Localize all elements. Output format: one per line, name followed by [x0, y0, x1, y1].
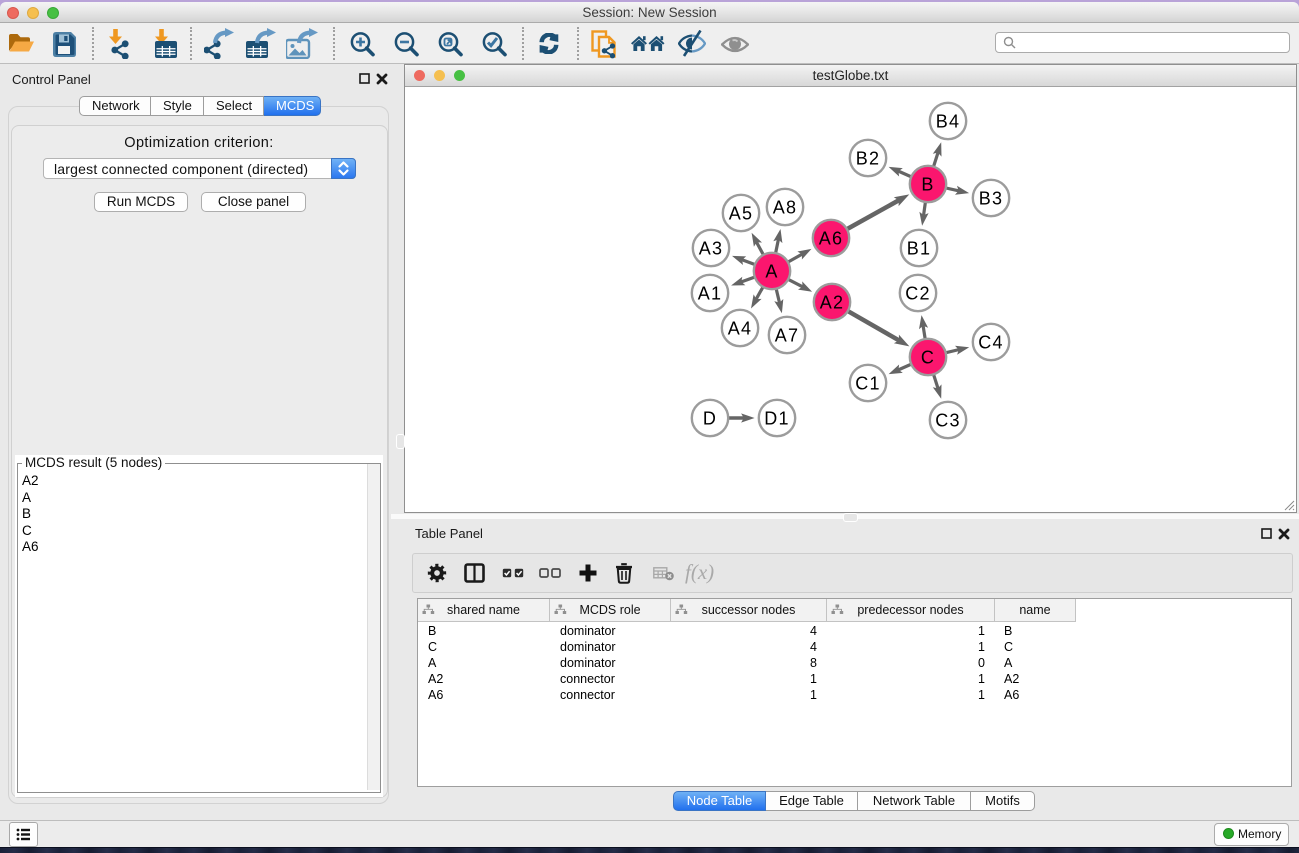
svg-text:C1: C1 [855, 374, 880, 394]
svg-text:A8: A8 [773, 198, 797, 218]
svg-text:D: D [703, 409, 717, 429]
svg-text:B2: B2 [856, 149, 880, 169]
svg-text:C3: C3 [935, 411, 960, 431]
svg-text:B: B [921, 175, 934, 195]
svg-text:A1: A1 [698, 284, 722, 304]
svg-text:B3: B3 [979, 189, 1003, 209]
svg-text:A2: A2 [820, 293, 844, 313]
svg-text:A4: A4 [728, 319, 752, 339]
svg-text:B1: B1 [907, 239, 931, 259]
svg-text:A3: A3 [699, 239, 723, 259]
svg-text:C: C [921, 348, 935, 368]
svg-text:A5: A5 [729, 204, 753, 224]
svg-text:A7: A7 [775, 326, 799, 346]
svg-text:B4: B4 [936, 112, 960, 132]
svg-text:D1: D1 [764, 409, 789, 429]
svg-text:A6: A6 [819, 229, 843, 249]
svg-text:C2: C2 [905, 284, 930, 304]
svg-text:A: A [765, 262, 778, 282]
svg-text:C4: C4 [978, 333, 1003, 353]
